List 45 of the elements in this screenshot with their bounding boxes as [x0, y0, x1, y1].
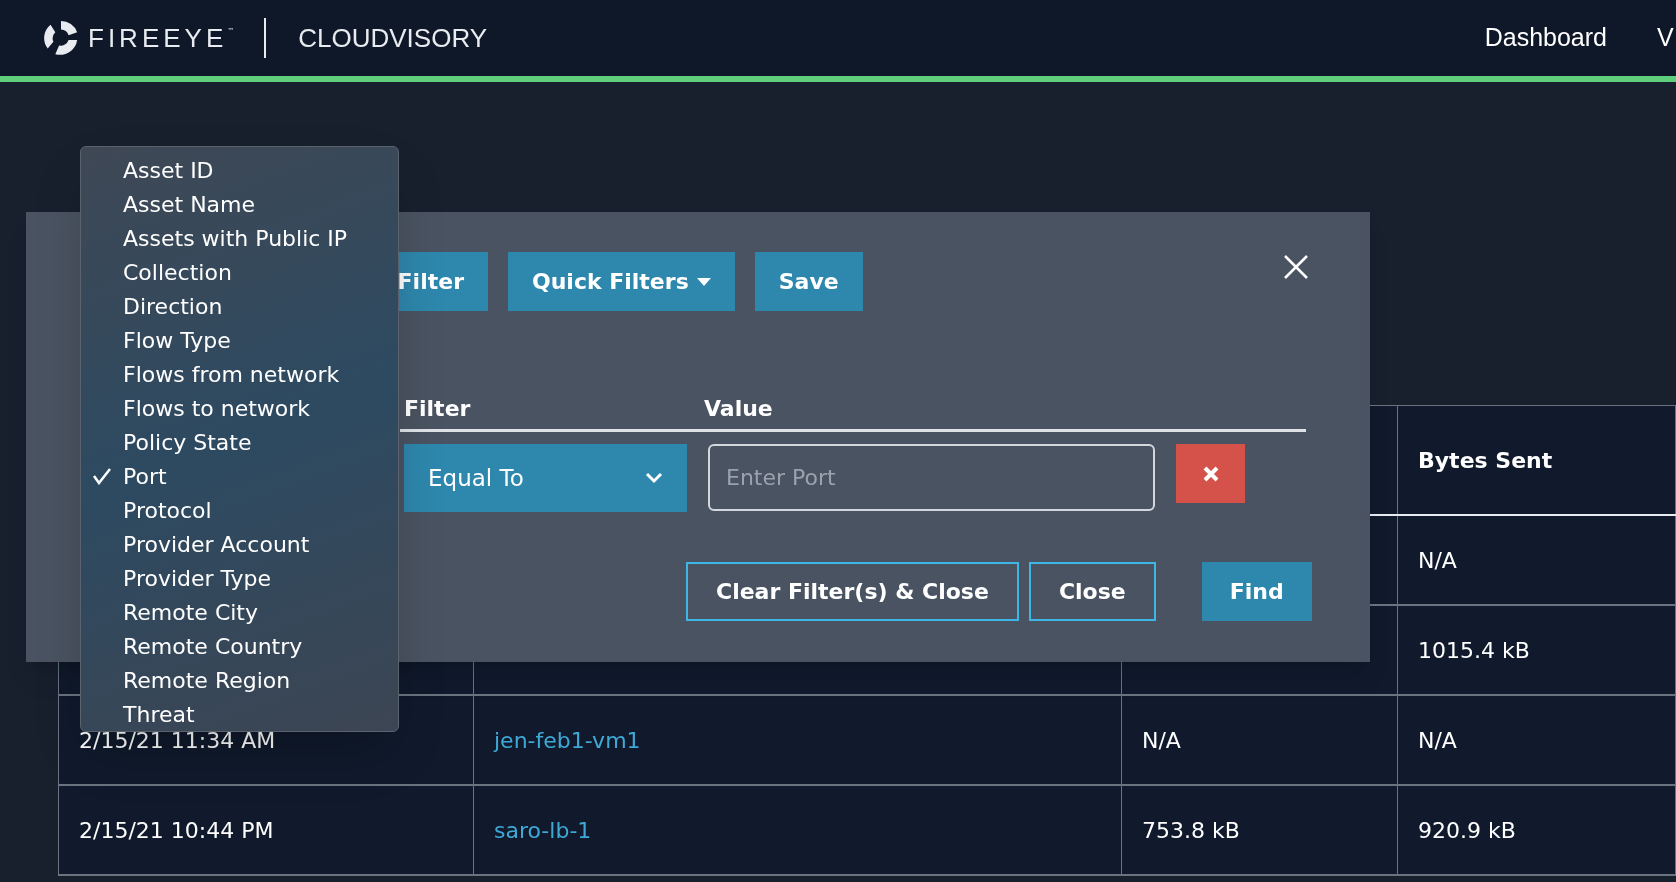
table-cell-text: 920.9 kB [1418, 816, 1516, 845]
toolbar-button[interactable]: Save [754, 252, 863, 311]
table-cell-text: 2/15/21 10:44 PM [79, 816, 274, 845]
asset-link[interactable]: saro-lb-1 [494, 813, 592, 847]
menu-item[interactable]: Provider Account [81, 527, 398, 561]
column-label: Filter [403, 394, 472, 423]
nav-link[interactable]: V [1657, 19, 1676, 57]
menu-item[interactable]: Protocol [81, 493, 398, 527]
value-field[interactable]: Enter Port [708, 444, 1155, 511]
column-label: Value [704, 394, 773, 423]
table-cell-text: N/A [1142, 726, 1181, 755]
menu-item[interactable]: Remote Region [81, 663, 398, 697]
menu-item[interactable]: Assets with Public IP [81, 221, 398, 255]
logo-icon [42, 19, 80, 57]
menu-item[interactable]: Remote Country [81, 629, 398, 663]
dialog-button[interactable]: Clear Filter(s) & Close [686, 562, 1019, 621]
table-cell-text: N/A [1418, 546, 1457, 575]
menu-item[interactable]: Port [81, 459, 398, 493]
menu-item[interactable]: Flows to network [81, 391, 398, 425]
table-cell-text: 753.8 kB [1142, 816, 1240, 845]
menu-item[interactable]: Asset ID [81, 153, 398, 187]
table-cell-text: 1015.4 kB [1418, 636, 1530, 665]
operator-select[interactable]: Equal To [404, 444, 687, 512]
menu-item[interactable]: Flow Type [81, 323, 398, 357]
close-icon[interactable] [1283, 254, 1309, 280]
remove-filter-button[interactable] [1176, 444, 1245, 503]
toolbar-button[interactable]: Quick Filters [508, 252, 735, 311]
close-icon [1202, 465, 1219, 482]
chevron-down-icon [645, 472, 663, 484]
menu-item[interactable]: Flows from network [81, 357, 398, 391]
caret-icon [696, 277, 711, 286]
product-name: CLOUDVISORY [298, 21, 488, 55]
menu-item[interactable]: Provider Type [81, 561, 398, 595]
column-header: Bytes Sent [1418, 446, 1553, 475]
menu-item[interactable]: Collection [81, 255, 398, 289]
dialog-button[interactable]: Find [1201, 562, 1312, 621]
menu-item[interactable]: Asset Name [81, 187, 398, 221]
nav-link[interactable]: Dashboard [1484, 19, 1607, 57]
dialog-button[interactable]: Close [1028, 562, 1156, 621]
menu-item[interactable]: Direction [81, 289, 398, 323]
table-cell-text: N/A [1418, 726, 1457, 755]
menu-item[interactable]: Remote City [81, 595, 398, 629]
asset-link[interactable]: jen-feb1-vm1 [494, 723, 641, 757]
menu-item[interactable]: Policy State [81, 425, 398, 459]
logo-wordmark: FIREEYE [88, 21, 228, 55]
